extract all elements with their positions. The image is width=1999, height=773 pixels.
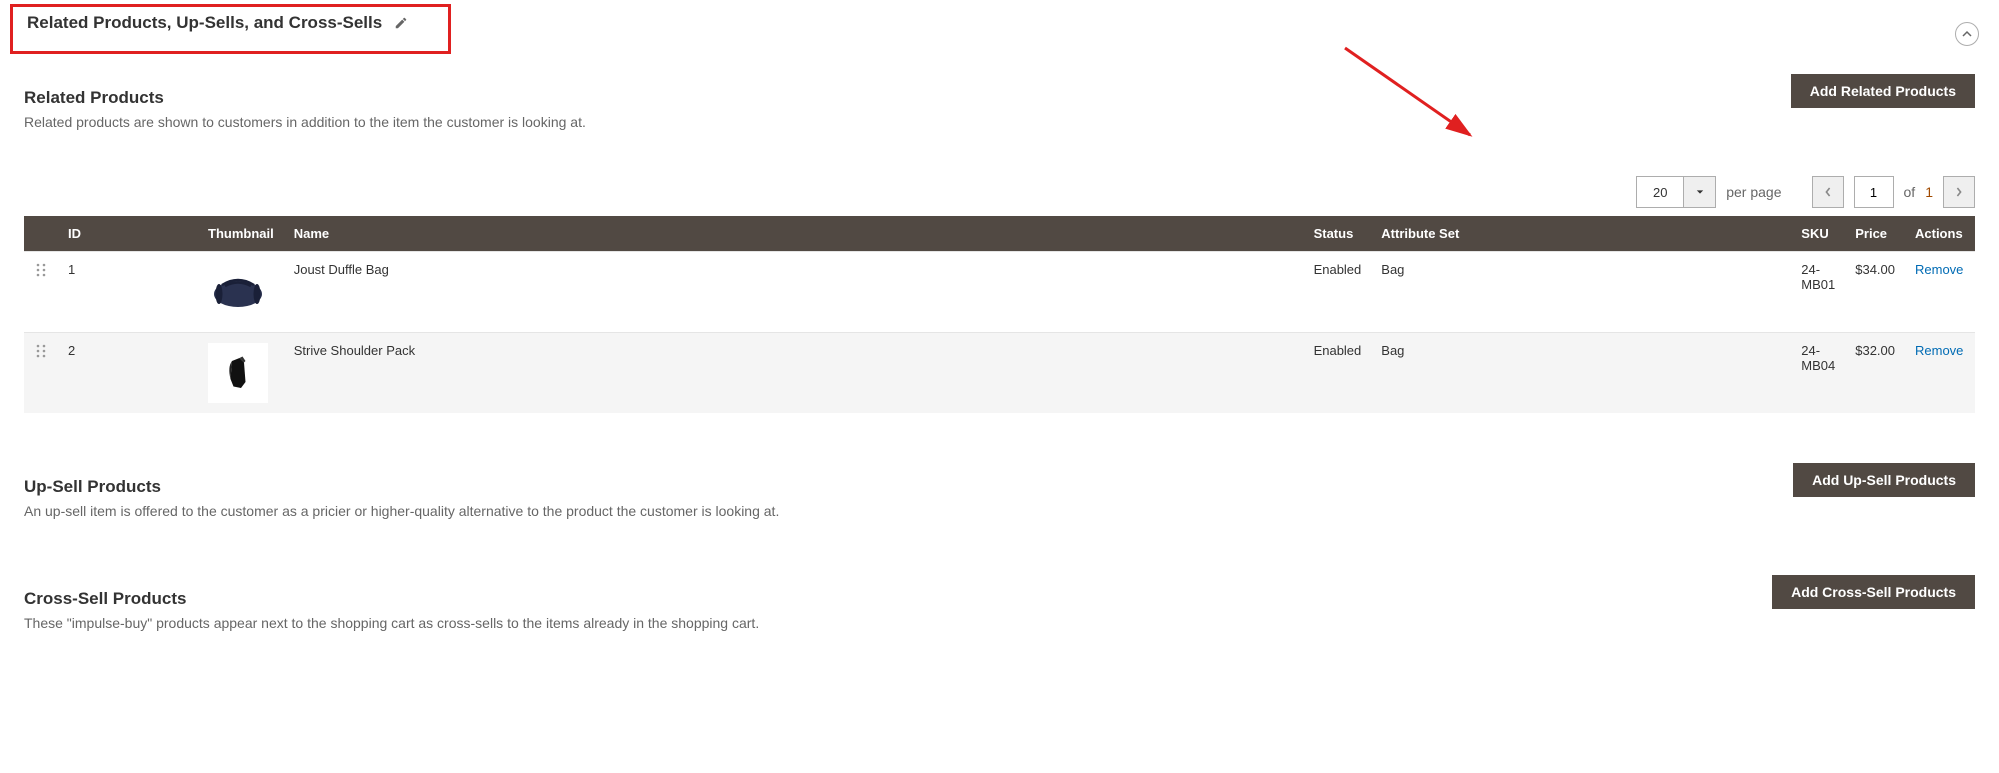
table-row: 1 Joust Duffle Bag Enabled Bag (24, 252, 1975, 333)
col-thumbnail: Thumbnail (198, 216, 284, 252)
add-upsell-products-button[interactable]: Add Up-Sell Products (1793, 463, 1975, 497)
remove-link[interactable]: Remove (1915, 343, 1963, 358)
cell-id: 1 (58, 252, 198, 333)
upsell-products-heading: Up-Sell Products (24, 477, 1793, 497)
cell-attribute-set: Bag (1371, 252, 1791, 333)
pager-current-page-input[interactable] (1854, 176, 1894, 208)
col-attribute-set[interactable]: Attribute Set (1371, 216, 1791, 252)
cell-name: Strive Shoulder Pack (284, 333, 1304, 414)
cell-status: Enabled (1304, 333, 1372, 414)
crosssell-products-description: These "impulse-buy" products appear next… (24, 615, 1772, 631)
drag-handle-icon[interactable] (35, 262, 47, 278)
cell-sku: 24-MB04 (1791, 333, 1845, 414)
cell-status: Enabled (1304, 252, 1372, 333)
page-size-input[interactable] (1636, 176, 1684, 208)
cell-price: $32.00 (1845, 333, 1905, 414)
add-related-products-button[interactable]: Add Related Products (1791, 74, 1975, 108)
col-status[interactable]: Status (1304, 216, 1372, 252)
pager-next-button[interactable] (1943, 176, 1975, 208)
add-crosssell-products-button[interactable]: Add Cross-Sell Products (1772, 575, 1975, 609)
product-thumbnail (208, 343, 268, 403)
pager-of-label: of (1904, 184, 1916, 200)
related-pager: per page of 1 (24, 176, 1975, 208)
remove-link[interactable]: Remove (1915, 262, 1963, 277)
product-thumbnail (208, 262, 268, 322)
table-row: 2 Strive Shoulder Pack Enabled Bag 24-MB… (24, 333, 1975, 414)
cell-price: $34.00 (1845, 252, 1905, 333)
section-title: Related Products, Up-Sells, and Cross-Se… (27, 13, 382, 33)
cell-id: 2 (58, 333, 198, 414)
collapse-toggle-icon[interactable] (1955, 22, 1979, 46)
related-products-heading: Related Products (24, 88, 1791, 108)
section-header[interactable]: Related Products, Up-Sells, and Cross-Se… (10, 4, 451, 54)
edit-pencil-icon[interactable] (394, 16, 408, 30)
page-size-dropdown-button[interactable] (1684, 176, 1716, 208)
col-drag (24, 216, 58, 252)
upsell-products-description: An up-sell item is offered to the custom… (24, 503, 1793, 519)
cell-sku: 24-MB01 (1791, 252, 1845, 333)
per-page-label: per page (1726, 184, 1781, 200)
pager-prev-button[interactable] (1812, 176, 1844, 208)
col-id[interactable]: ID (58, 216, 198, 252)
crosssell-products-heading: Cross-Sell Products (24, 589, 1772, 609)
pager-total-pages: 1 (1925, 184, 1933, 200)
col-actions: Actions (1905, 216, 1975, 252)
related-products-table: ID Thumbnail Name Status Attribute Set S… (24, 216, 1975, 413)
col-price[interactable]: Price (1845, 216, 1905, 252)
cell-name: Joust Duffle Bag (284, 252, 1304, 333)
cell-attribute-set: Bag (1371, 333, 1791, 414)
col-name[interactable]: Name (284, 216, 1304, 252)
drag-handle-icon[interactable] (35, 343, 47, 359)
col-sku[interactable]: SKU (1791, 216, 1845, 252)
related-products-description: Related products are shown to customers … (24, 114, 1791, 130)
